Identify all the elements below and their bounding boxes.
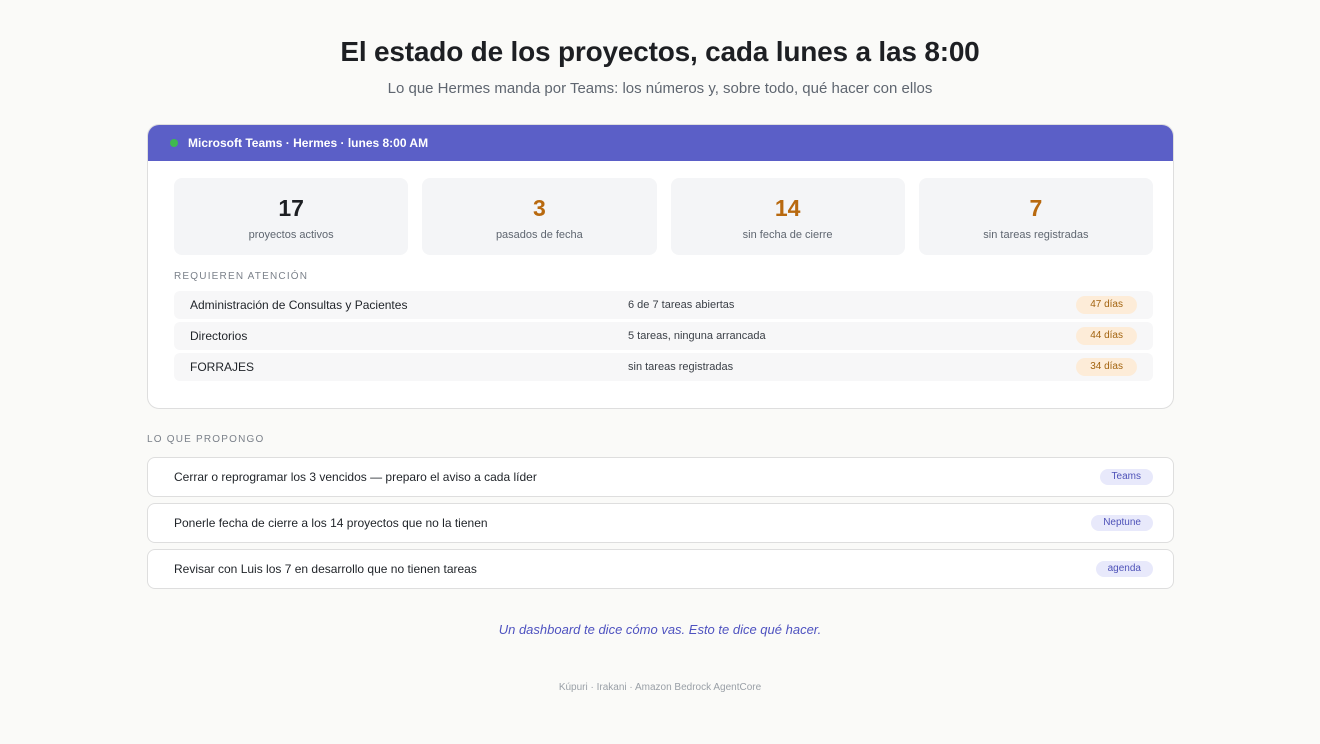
teams-message-header: Microsoft Teams · Hermes · lunes 8:00 AM xyxy=(148,125,1173,161)
online-status-icon xyxy=(170,139,178,147)
stat-label: sin fecha de cierre xyxy=(742,229,833,241)
attention-section-label: REQUIEREN ATENCIÓN xyxy=(174,271,309,282)
stat-value: 3 xyxy=(532,195,546,221)
stat-no-tasks: 7 sin tareas registradas xyxy=(918,178,1153,255)
footer-credits: Kúpuri · Irakani · Amazon Bedrock AgentC… xyxy=(558,682,762,693)
attention-row[interactable]: Directorios 5 tareas, ninguna arrancada … xyxy=(174,322,1153,350)
page-title: El estado de los proyectos, cada lunes a… xyxy=(340,36,980,67)
stat-active-projects: 17 proyectos activos xyxy=(174,178,409,255)
proposal-item[interactable]: Cerrar o reprogramar los 3 vencidos — pr… xyxy=(147,457,1174,497)
project-detail: sin tareas registradas xyxy=(628,361,734,373)
stat-label: proyectos activos xyxy=(248,229,334,241)
tagline: Un dashboard te dice cómo vas. Esto te d… xyxy=(498,622,822,637)
proposal-text: Ponerle fecha de cierre a los 14 proyect… xyxy=(174,516,488,530)
stat-value: 14 xyxy=(774,195,801,221)
project-name: Administración de Consultas y Pacientes xyxy=(190,298,408,312)
proposals-section-label: LO QUE PROPONGO xyxy=(147,434,265,445)
proposals-list: Cerrar o reprogramar los 3 vencidos — pr… xyxy=(147,457,1174,595)
tool-badge: Neptune xyxy=(1091,515,1153,531)
attention-row[interactable]: FORRAJES sin tareas registradas 34 días xyxy=(174,353,1153,381)
project-name: Directorios xyxy=(190,329,248,343)
stat-value: 7 xyxy=(1029,195,1043,221)
proposal-text: Cerrar o reprogramar los 3 vencidos — pr… xyxy=(174,470,537,484)
days-overdue-badge: 34 días xyxy=(1076,358,1137,376)
proposal-item[interactable]: Revisar con Luis los 7 en desarrollo que… xyxy=(147,549,1174,589)
stat-label: sin tareas registradas xyxy=(983,229,1089,241)
stat-value: 17 xyxy=(278,195,304,221)
project-detail: 5 tareas, ninguna arrancada xyxy=(628,330,766,342)
days-overdue-badge: 47 días xyxy=(1076,296,1137,314)
page-subtitle: Lo que Hermes manda por Teams: los númer… xyxy=(387,80,933,97)
tool-badge: agenda xyxy=(1095,561,1153,577)
proposal-item[interactable]: Ponerle fecha de cierre a los 14 proyect… xyxy=(147,503,1174,543)
teams-header-text: Microsoft Teams · Hermes · lunes 8:00 AM xyxy=(188,136,429,150)
stat-no-close-date: 14 sin fecha de cierre xyxy=(670,178,905,255)
attention-row[interactable]: Administración de Consultas y Pacientes … xyxy=(174,291,1153,319)
proposal-text: Revisar con Luis los 7 en desarrollo que… xyxy=(174,562,477,576)
stat-overdue: 3 pasados de fecha xyxy=(422,178,657,255)
attention-list: Administración de Consultas y Pacientes … xyxy=(174,291,1153,384)
teams-message-card: Microsoft Teams · Hermes · lunes 8:00 AM… xyxy=(147,124,1174,409)
stats-row: 17 proyectos activos 3 pasados de fecha … xyxy=(174,178,1153,255)
tool-badge: Teams xyxy=(1099,469,1153,485)
stat-label: pasados de fecha xyxy=(495,229,583,241)
project-detail: 6 de 7 tareas abiertas xyxy=(628,299,735,311)
days-overdue-badge: 44 días xyxy=(1076,327,1137,345)
project-name: FORRAJES xyxy=(190,360,255,374)
